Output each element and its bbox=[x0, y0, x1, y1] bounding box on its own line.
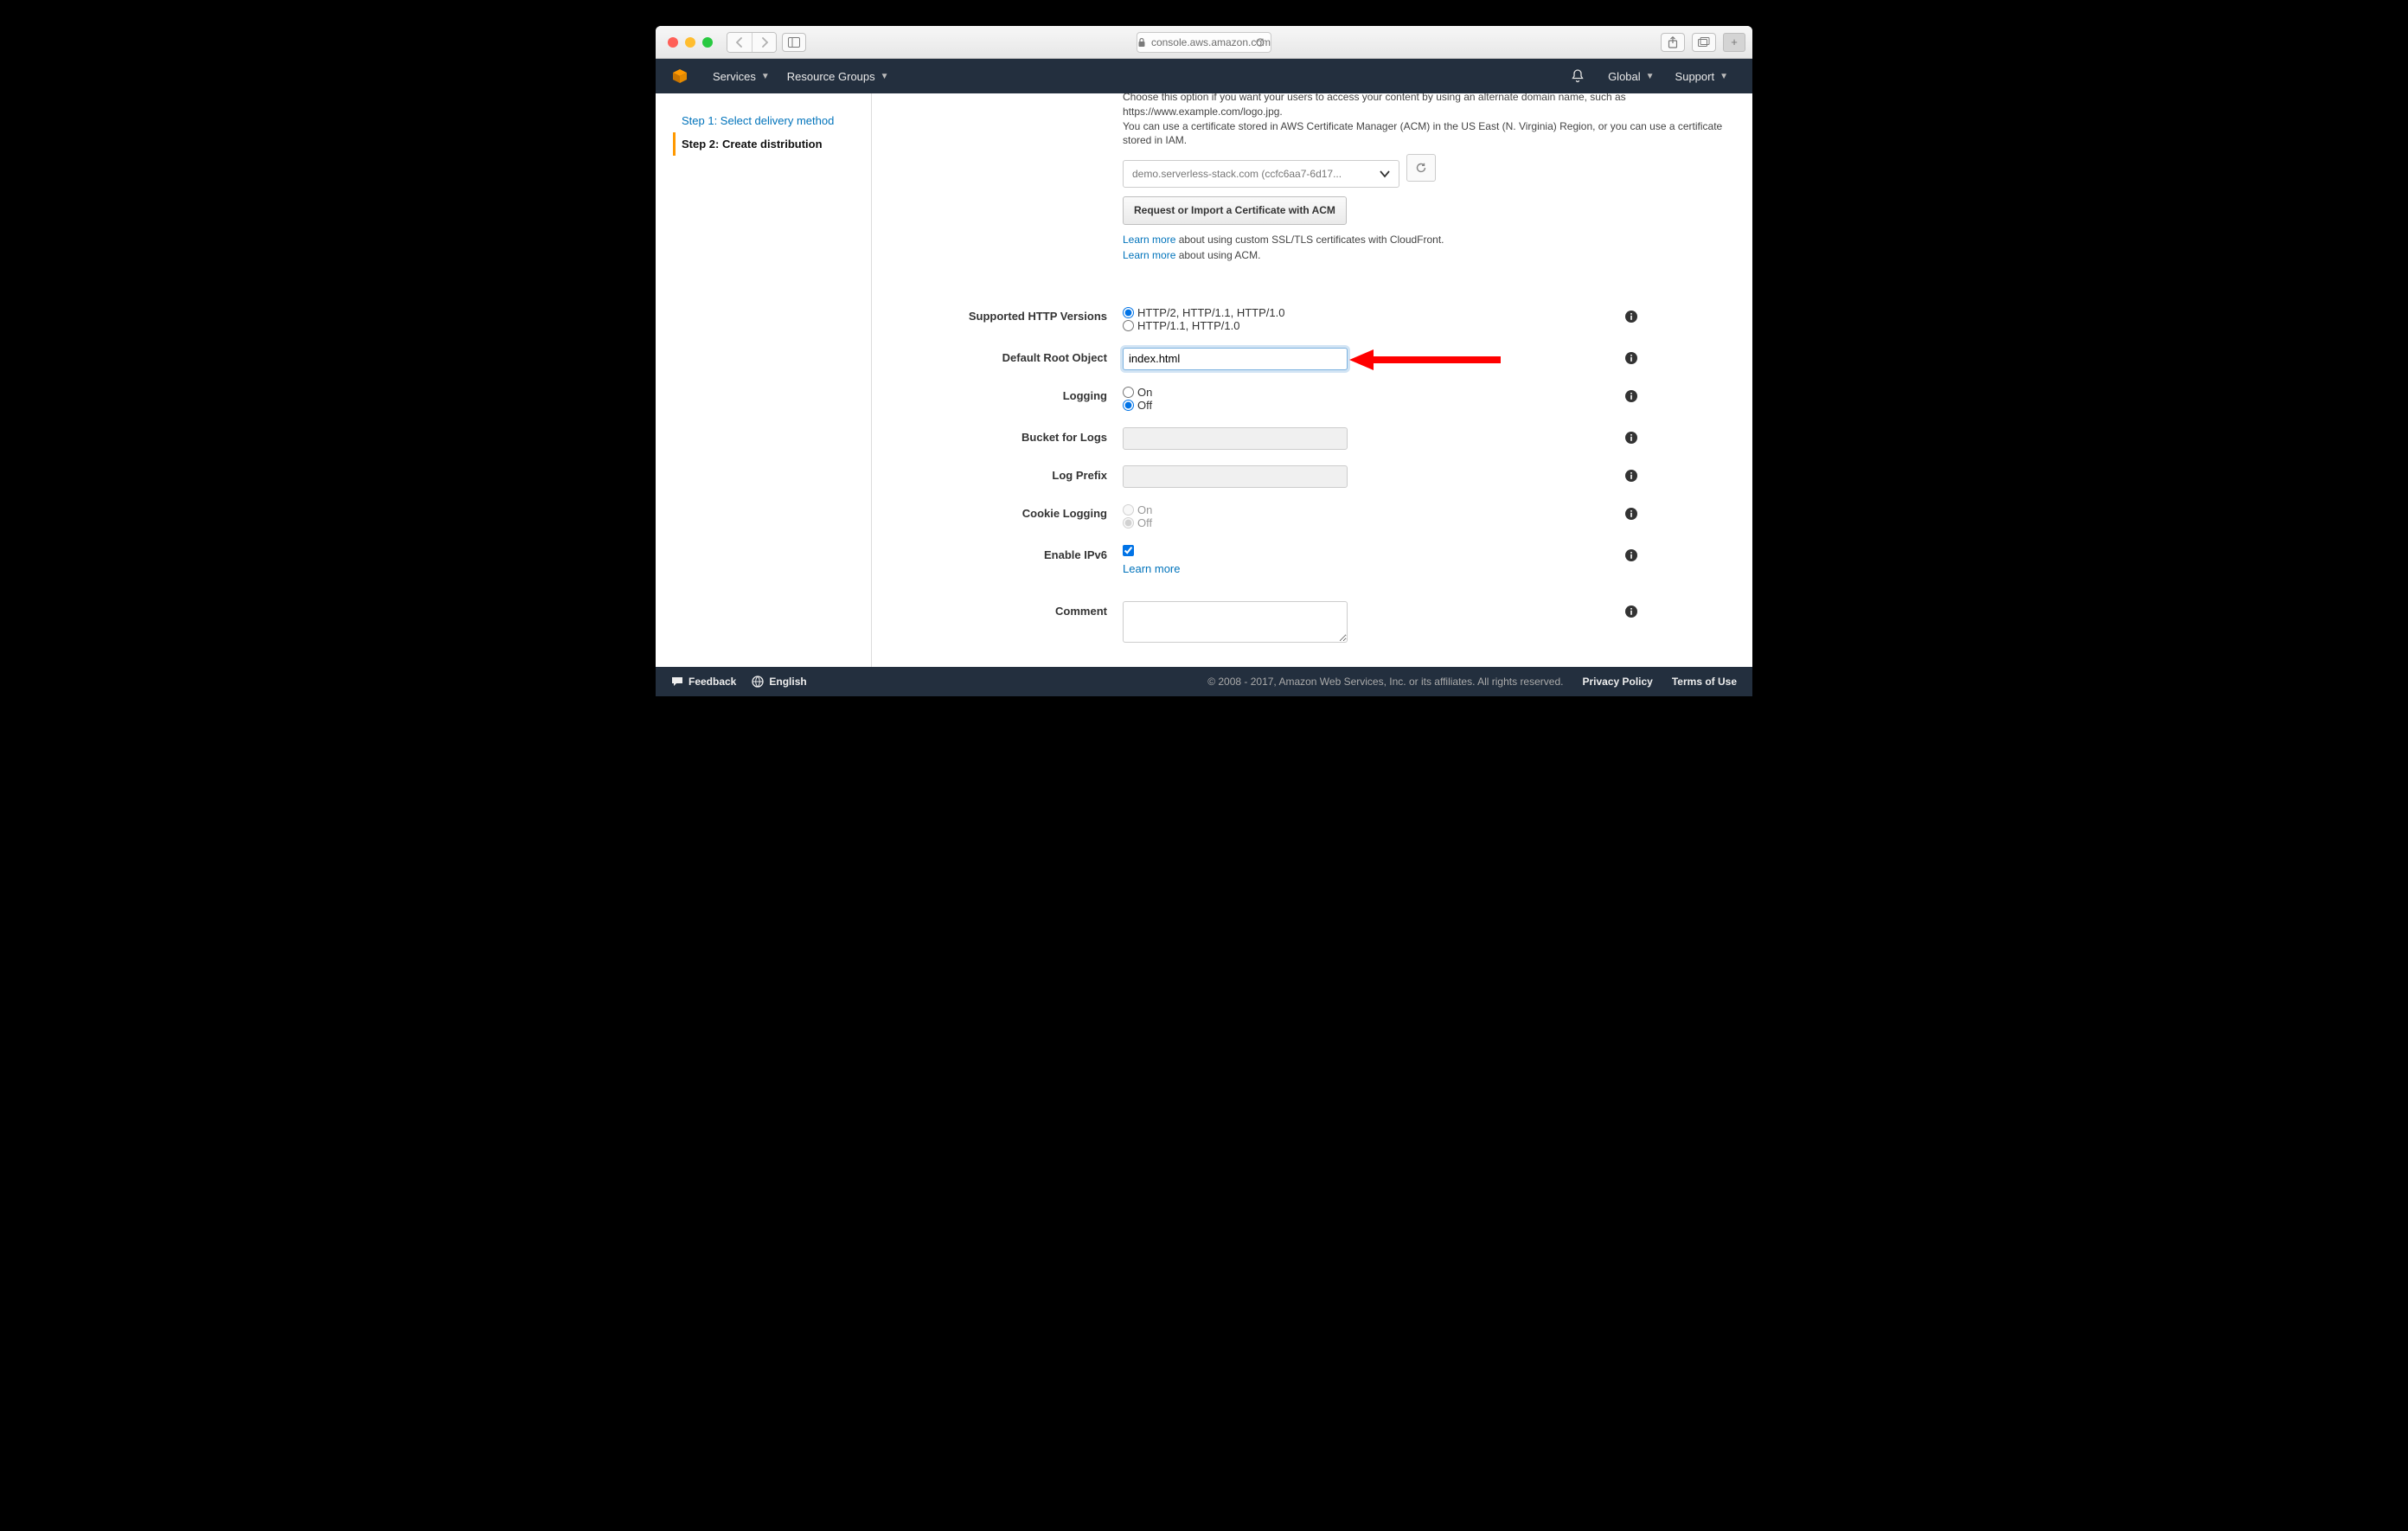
certificate-selected-value: demo.serverless-stack.com (ccfc6aa7-6d17… bbox=[1132, 167, 1342, 182]
copyright-text: © 2008 - 2017, Amazon Web Services, Inc.… bbox=[1207, 676, 1563, 688]
certificate-select[interactable]: demo.serverless-stack.com (ccfc6aa7-6d17… bbox=[1123, 160, 1399, 188]
window-controls bbox=[668, 37, 713, 48]
comment-textarea[interactable] bbox=[1123, 601, 1348, 643]
ipv6-learn-more-link[interactable]: Learn more bbox=[1123, 562, 1180, 575]
lock-icon bbox=[1137, 37, 1146, 48]
region-menu[interactable]: Global▼ bbox=[1599, 70, 1662, 83]
step-2-active: Step 2: Create distribution bbox=[673, 132, 859, 156]
tabs-button[interactable] bbox=[1692, 33, 1716, 52]
share-button[interactable] bbox=[1661, 33, 1685, 52]
aws-header: Services▼ Resource Groups▼ Global▼ Suppo… bbox=[656, 59, 1752, 93]
chevron-down-icon bbox=[1380, 170, 1390, 178]
globe-icon bbox=[752, 676, 764, 688]
logging-off[interactable]: Off bbox=[1123, 399, 1348, 412]
language-button[interactable]: English bbox=[752, 676, 806, 688]
default-root-input[interactable] bbox=[1123, 348, 1348, 370]
url-host: console.aws.amazon.com bbox=[1151, 36, 1271, 48]
cookie-logging-off: Off bbox=[1123, 516, 1348, 529]
ssl-learn-more: Learn more about using custom SSL/TLS ce… bbox=[1123, 232, 1728, 263]
cookie-logging-on: On bbox=[1123, 503, 1348, 516]
sidebar-toggle-button[interactable] bbox=[782, 33, 806, 52]
browser-titlebar: console.aws.amazon.com + bbox=[656, 26, 1752, 59]
ssl-help-line2: You can use a certificate stored in AWS … bbox=[1123, 119, 1728, 149]
ipv6-checkbox[interactable] bbox=[1123, 545, 1134, 556]
ipv6-label: Enable IPv6 bbox=[896, 545, 1123, 561]
aws-logo-icon[interactable] bbox=[671, 67, 688, 85]
reload-button[interactable] bbox=[1255, 37, 1265, 48]
ssl-help-text: Choose this option if you want your user… bbox=[1123, 93, 1728, 263]
request-certificate-button[interactable]: Request or Import a Certificate with ACM bbox=[1123, 196, 1347, 225]
services-menu[interactable]: Services▼ bbox=[704, 70, 778, 83]
cookie-logging-label: Cookie Logging bbox=[896, 503, 1123, 520]
info-icon[interactable] bbox=[1624, 310, 1638, 323]
http-versions-opt2[interactable]: HTTP/1.1, HTTP/1.0 bbox=[1123, 319, 1348, 332]
content: Step 1: Select delivery method Step 2: C… bbox=[656, 93, 1752, 667]
services-label: Services bbox=[713, 70, 756, 83]
browser-window: console.aws.amazon.com + Services▼ Resou… bbox=[656, 26, 1752, 696]
feedback-button[interactable]: Feedback bbox=[671, 676, 736, 688]
info-icon[interactable] bbox=[1624, 469, 1638, 483]
http-versions-opt1[interactable]: HTTP/2, HTTP/1.1, HTTP/1.0 bbox=[1123, 306, 1348, 319]
support-label: Support bbox=[1675, 70, 1715, 83]
resource-groups-label: Resource Groups bbox=[787, 70, 875, 83]
logging-on[interactable]: On bbox=[1123, 386, 1348, 399]
bucket-logs-input[interactable] bbox=[1123, 427, 1348, 450]
log-prefix-label: Log Prefix bbox=[896, 465, 1123, 482]
form-area: Choose this option if you want your user… bbox=[872, 93, 1752, 667]
nav-buttons bbox=[727, 32, 777, 53]
forward-button[interactable] bbox=[752, 33, 776, 52]
wizard-steps: Step 1: Select delivery method Step 2: C… bbox=[656, 93, 872, 667]
info-icon[interactable] bbox=[1624, 605, 1638, 618]
default-root-label: Default Root Object bbox=[896, 348, 1123, 364]
url-bar[interactable]: console.aws.amazon.com bbox=[1137, 32, 1271, 53]
http-versions-label: Supported HTTP Versions bbox=[896, 306, 1123, 323]
speech-bubble-icon bbox=[671, 676, 683, 688]
window-close-button[interactable] bbox=[668, 37, 678, 48]
step-1-link[interactable]: Step 1: Select delivery method bbox=[673, 109, 859, 132]
learn-more-acm-link[interactable]: Learn more bbox=[1123, 249, 1175, 261]
aws-footer: Feedback English © 2008 - 2017, Amazon W… bbox=[656, 667, 1752, 696]
refresh-certificates-button[interactable] bbox=[1406, 154, 1436, 182]
info-icon[interactable] bbox=[1624, 548, 1638, 562]
comment-label: Comment bbox=[896, 601, 1123, 618]
info-icon[interactable] bbox=[1624, 431, 1638, 445]
new-tab-button[interactable]: + bbox=[1723, 33, 1745, 52]
log-prefix-input[interactable] bbox=[1123, 465, 1348, 488]
info-icon[interactable] bbox=[1624, 507, 1638, 521]
ssl-help-line1: Choose this option if you want your user… bbox=[1123, 93, 1728, 119]
learn-more-ssl-link[interactable]: Learn more bbox=[1123, 234, 1175, 246]
resource-groups-menu[interactable]: Resource Groups▼ bbox=[778, 70, 898, 83]
back-button[interactable] bbox=[727, 33, 752, 52]
notifications-icon[interactable] bbox=[1570, 68, 1585, 84]
window-minimize-button[interactable] bbox=[685, 37, 695, 48]
region-label: Global bbox=[1608, 70, 1641, 83]
window-zoom-button[interactable] bbox=[702, 37, 713, 48]
bucket-logs-label: Bucket for Logs bbox=[896, 427, 1123, 444]
info-icon[interactable] bbox=[1624, 351, 1638, 365]
privacy-policy-link[interactable]: Privacy Policy bbox=[1582, 676, 1652, 688]
logging-label: Logging bbox=[896, 386, 1123, 402]
terms-of-use-link[interactable]: Terms of Use bbox=[1672, 676, 1737, 688]
support-menu[interactable]: Support▼ bbox=[1667, 70, 1737, 83]
info-icon[interactable] bbox=[1624, 389, 1638, 403]
